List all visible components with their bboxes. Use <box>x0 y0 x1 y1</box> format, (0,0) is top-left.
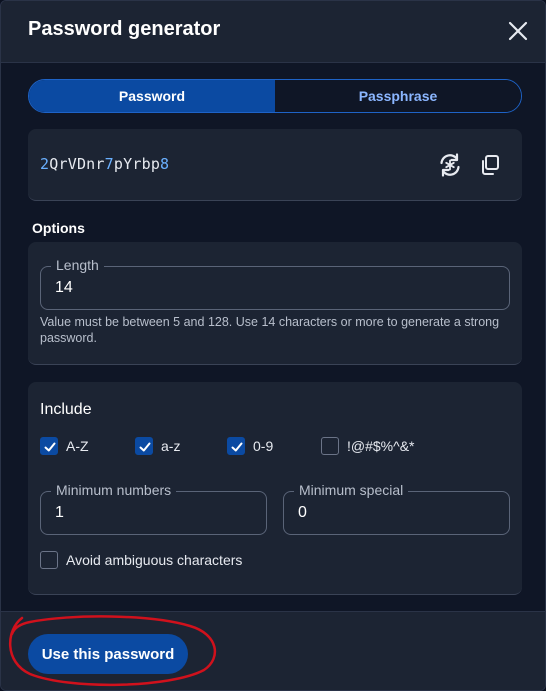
checkbox-lowercase-label: a-z <box>161 438 181 454</box>
minimum-numbers-label: Minimum numbers <box>51 482 177 498</box>
tab-passphrase[interactable]: Passphrase <box>275 80 521 112</box>
use-password-button[interactable]: Use this password <box>28 634 188 674</box>
length-field[interactable]: Length 14 <box>40 257 510 310</box>
length-hint: Value must be between 5 and 128. Use 14 … <box>40 315 500 345</box>
checkbox-special[interactable]: !@#$%^&* <box>321 437 414 455</box>
refresh-icon[interactable] <box>437 152 463 178</box>
generator-type-toggle: Password Passphrase <box>28 79 522 113</box>
length-label: Length <box>51 257 104 273</box>
close-icon[interactable] <box>504 17 532 45</box>
options-heading: Options <box>32 220 85 236</box>
dialog-body: Password Passphrase 2QrVDnr7pYrbp8 Optio… <box>1 63 545 611</box>
checkbox-checked[interactable] <box>40 437 58 455</box>
checkbox-numbers-label: 0-9 <box>253 438 274 454</box>
length-value[interactable]: 14 <box>55 279 73 297</box>
checkbox-unchecked[interactable] <box>321 437 339 455</box>
include-heading: Include <box>40 401 92 418</box>
checkbox-checked[interactable] <box>227 437 245 455</box>
dialog-footer: Use this password <box>1 611 545 690</box>
minimum-numbers-value[interactable]: 1 <box>55 504 64 522</box>
copy-icon[interactable] <box>477 152 503 178</box>
generated-password-card: 2QrVDnr7pYrbp8 <box>28 129 522 201</box>
checkbox-numbers[interactable]: 0-9 <box>227 437 273 455</box>
checkbox-unchecked[interactable] <box>40 551 58 569</box>
minimum-special-label: Minimum special <box>294 482 409 498</box>
minimum-numbers-field[interactable]: Minimum numbers 1 <box>40 482 267 535</box>
minimum-special-value[interactable]: 0 <box>298 504 307 522</box>
minimum-special-field[interactable]: Minimum special 0 <box>283 482 510 535</box>
checkbox-uppercase-label: A-Z <box>66 438 89 454</box>
tab-password[interactable]: Password <box>29 80 275 112</box>
checkbox-uppercase[interactable]: A-Z <box>40 437 89 455</box>
generated-password[interactable]: 2QrVDnr7pYrbp8 <box>40 155 169 173</box>
length-card: Length 14 Value must be between 5 and 12… <box>28 242 522 365</box>
include-card: Include A-Z a-z 0-9 !@#$%^&* Minimum num… <box>28 382 522 595</box>
checkbox-lowercase[interactable]: a-z <box>135 437 180 455</box>
dialog-title: Password generator <box>28 18 221 40</box>
avoid-ambiguous-label: Avoid ambiguous characters <box>66 552 243 568</box>
checkbox-checked[interactable] <box>135 437 153 455</box>
checkbox-avoid-ambiguous[interactable]: Avoid ambiguous characters <box>40 551 242 569</box>
checkbox-special-label: !@#$%^&* <box>347 438 415 454</box>
password-generator-dialog: Password generator Password Passphrase 2… <box>0 0 546 691</box>
dialog-header: Password generator <box>1 1 545 63</box>
